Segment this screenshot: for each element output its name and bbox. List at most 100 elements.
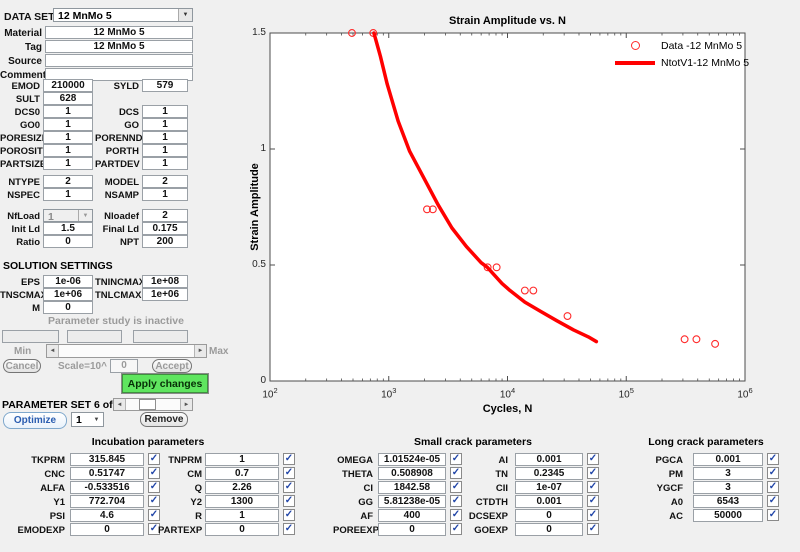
parameter-study-slider[interactable]: ◄► (46, 344, 207, 358)
porosity-input[interactable]: 1 (43, 144, 93, 157)
ac-input[interactable]: 50000 (693, 509, 763, 522)
optimize-button[interactable]: Optimize (3, 412, 67, 429)
af-input[interactable]: 400 (378, 509, 446, 522)
remove-button[interactable]: Remove (140, 412, 188, 427)
data-set-dropdown[interactable]: 12 MnMo 5 ▼ (53, 8, 193, 22)
slider-track[interactable] (59, 345, 194, 357)
slider-right-arrow-icon[interactable]: ► (194, 345, 206, 357)
dropdown-arrow-icon[interactable]: ▼ (178, 9, 192, 21)
go-input[interactable]: 1 (142, 118, 188, 131)
dcsexp-checkbox[interactable]: ✓ (587, 509, 599, 521)
apply-changes-button[interactable]: Apply changes (122, 374, 208, 393)
ci-input[interactable]: 1842.58 (378, 481, 446, 494)
syld-input[interactable]: 579 (142, 79, 188, 92)
scale-input[interactable]: 0 (110, 359, 138, 373)
a0-input[interactable]: 6543 (693, 495, 763, 508)
poreexp-input[interactable]: 0 (378, 523, 446, 536)
q-input[interactable]: 2.26 (205, 481, 279, 494)
slider-thumb[interactable] (139, 399, 156, 410)
slider-track[interactable] (126, 399, 180, 410)
parameter-set-spinner[interactable]: 1 ▼ (71, 412, 104, 427)
init-ld-input[interactable]: 1.5 (43, 222, 93, 235)
nloadef-input[interactable]: 2 (142, 209, 188, 222)
parameter-study-field-3[interactable] (133, 330, 188, 343)
tkprm-input[interactable]: 315.845 (70, 453, 144, 466)
accept-button[interactable]: Accept (152, 359, 192, 373)
partexp-input[interactable]: 0 (205, 523, 279, 536)
tn-checkbox[interactable]: ✓ (587, 467, 599, 479)
partsize-input[interactable]: 1 (43, 157, 93, 170)
ai-checkbox[interactable]: ✓ (587, 453, 599, 465)
nsamp-input[interactable]: 1 (142, 188, 188, 201)
a0-checkbox[interactable]: ✓ (767, 495, 779, 507)
dcsexp-input[interactable]: 0 (515, 509, 583, 522)
tnscmax-input[interactable]: 1e+06 (43, 288, 93, 301)
y2-checkbox[interactable]: ✓ (283, 495, 295, 507)
cii-input[interactable]: 1e-07 (515, 481, 583, 494)
m-input[interactable]: 0 (43, 301, 93, 314)
gg-input[interactable]: 5.81238e-05 (378, 495, 446, 508)
pm-checkbox[interactable]: ✓ (767, 467, 779, 479)
dcs0-input[interactable]: 1 (43, 105, 93, 118)
r-checkbox[interactable]: ✓ (283, 509, 295, 521)
porth-input[interactable]: 1 (142, 144, 188, 157)
nfload-dropdown[interactable]: 1▼ (43, 209, 93, 222)
source-input[interactable] (45, 54, 193, 67)
material-input[interactable]: 12 MnMo 5 (45, 26, 193, 39)
tnprm-input[interactable]: 1 (205, 453, 279, 466)
theta-input[interactable]: 0.508908 (378, 467, 446, 480)
cii-checkbox[interactable]: ✓ (587, 481, 599, 493)
parameter-study-field-1[interactable] (2, 330, 59, 343)
tn-input[interactable]: 0.2345 (515, 467, 583, 480)
ai-input[interactable]: 0.001 (515, 453, 583, 466)
pgca-input[interactable]: 0.001 (693, 453, 763, 466)
ygcf-checkbox[interactable]: ✓ (767, 481, 779, 493)
q-checkbox[interactable]: ✓ (283, 481, 295, 493)
ac-checkbox[interactable]: ✓ (767, 509, 779, 521)
omega-input[interactable]: 1.01524e-05 (378, 453, 446, 466)
ntype-input[interactable]: 2 (43, 175, 93, 188)
slider-left-arrow-icon[interactable]: ◄ (114, 399, 126, 410)
cnc-input[interactable]: 0.51747 (70, 467, 144, 480)
nspec-input[interactable]: 1 (43, 188, 93, 201)
cancel-button[interactable]: Cancel (3, 359, 41, 373)
eps-input[interactable]: 1e-06 (43, 275, 93, 288)
cm-input[interactable]: 0.7 (205, 467, 279, 480)
alfa-input[interactable]: -0.533516 (70, 481, 144, 494)
pgca-checkbox[interactable]: ✓ (767, 453, 779, 465)
pm-input[interactable]: 3 (693, 467, 763, 480)
tnincmax-input[interactable]: 1e+08 (142, 275, 188, 288)
sult-input[interactable]: 628 (43, 92, 93, 105)
go0-input[interactable]: 1 (43, 118, 93, 131)
ygcf-input[interactable]: 3 (693, 481, 763, 494)
spinner-arrow-icon[interactable]: ▼ (90, 413, 103, 426)
psi-input[interactable]: 4.6 (70, 509, 144, 522)
final-ld-input[interactable]: 0.175 (142, 222, 188, 235)
partexp-checkbox[interactable]: ✓ (283, 523, 295, 535)
ac-label: AC (632, 511, 683, 522)
emod-input[interactable]: 210000 (43, 79, 93, 92)
ratio-input[interactable]: 0 (43, 235, 93, 248)
poresize-input[interactable]: 1 (43, 131, 93, 144)
ctdth-checkbox[interactable]: ✓ (587, 495, 599, 507)
model-input[interactable]: 2 (142, 175, 188, 188)
goexp-checkbox[interactable]: ✓ (587, 523, 599, 535)
tnprm-checkbox[interactable]: ✓ (283, 453, 295, 465)
parameter-study-field-2[interactable] (67, 330, 122, 343)
porennd-input[interactable]: 1 (142, 131, 188, 144)
y2-input[interactable]: 1300 (205, 495, 279, 508)
emodexp-input[interactable]: 0 (70, 523, 144, 536)
r-input[interactable]: 1 (205, 509, 279, 522)
tag-input[interactable]: 12 MnMo 5 (45, 40, 193, 53)
parameter-set-slider[interactable]: ◄► (113, 398, 193, 411)
dcs-input[interactable]: 1 (142, 105, 188, 118)
npt-input[interactable]: 200 (142, 235, 188, 248)
goexp-input[interactable]: 0 (515, 523, 583, 536)
partdev-input[interactable]: 1 (142, 157, 188, 170)
ctdth-input[interactable]: 0.001 (515, 495, 583, 508)
slider-left-arrow-icon[interactable]: ◄ (47, 345, 59, 357)
cm-checkbox[interactable]: ✓ (283, 467, 295, 479)
tnlcmax-input[interactable]: 1e+06 (142, 288, 188, 301)
y1-input[interactable]: 772.704 (70, 495, 144, 508)
slider-right-arrow-icon[interactable]: ► (180, 399, 192, 410)
